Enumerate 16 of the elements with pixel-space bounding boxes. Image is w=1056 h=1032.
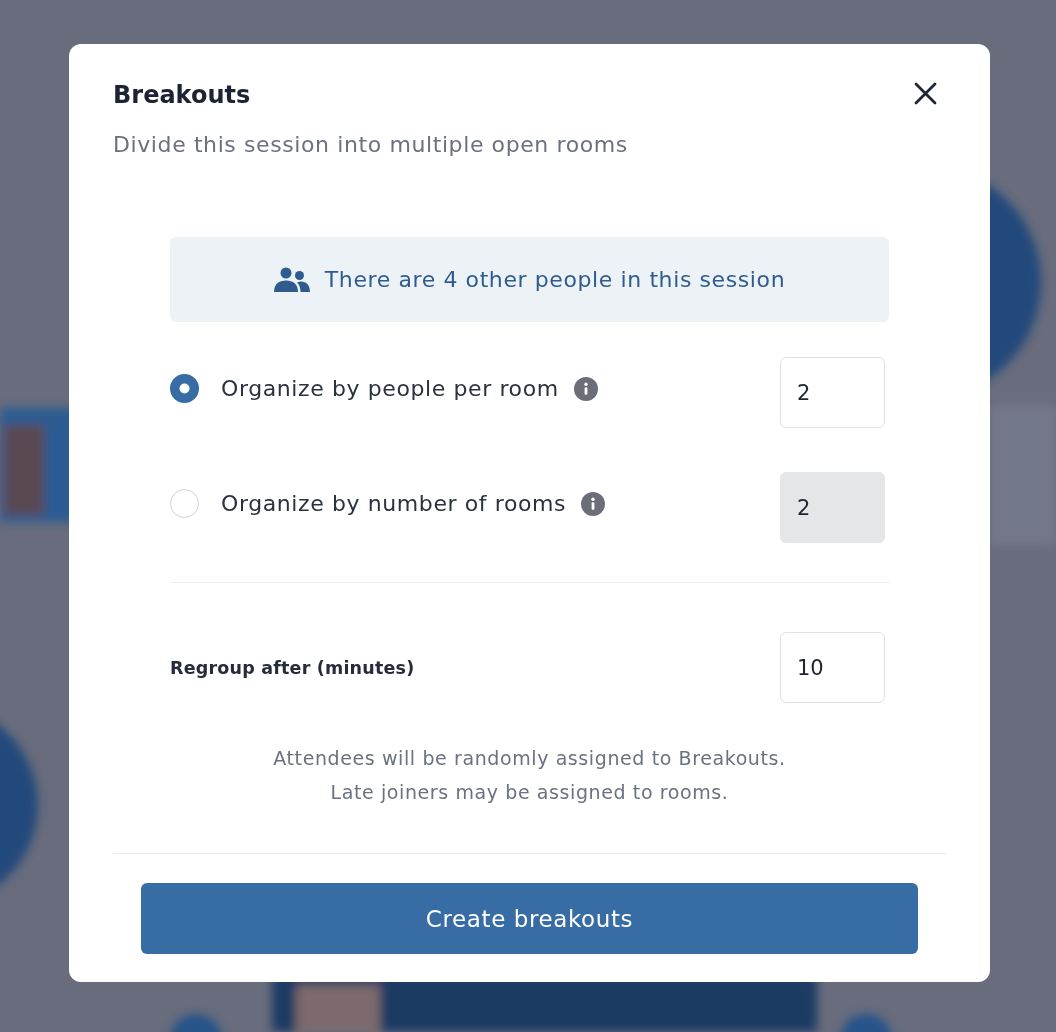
info-icon[interactable]: [581, 491, 606, 516]
radio-button[interactable]: [170, 374, 199, 403]
close-icon: [914, 82, 937, 105]
number-input[interactable]: 2: [780, 357, 885, 428]
banner-text: There are 4 other people in this session: [324, 267, 786, 292]
option-label[interactable]: Organize by people per room: [221, 376, 559, 401]
info-icon[interactable]: [573, 376, 598, 401]
note-text: Late joiners may be assigned to rooms.: [330, 780, 729, 805]
people-icon: [273, 267, 310, 292]
dialog-subtitle: Divide this session into multiple open rooms: [113, 131, 628, 159]
regroup-label: Regroup after (minutes): [170, 657, 415, 678]
note-text: Attendees will be randomly assigned to Breakouts.: [273, 746, 786, 771]
close-button[interactable]: [914, 82, 937, 105]
minutes-input[interactable]: 10: [780, 632, 885, 703]
create-breakouts-button[interactable]: Create breakouts: [141, 883, 918, 954]
dialog-title: Breakouts: [113, 80, 251, 110]
